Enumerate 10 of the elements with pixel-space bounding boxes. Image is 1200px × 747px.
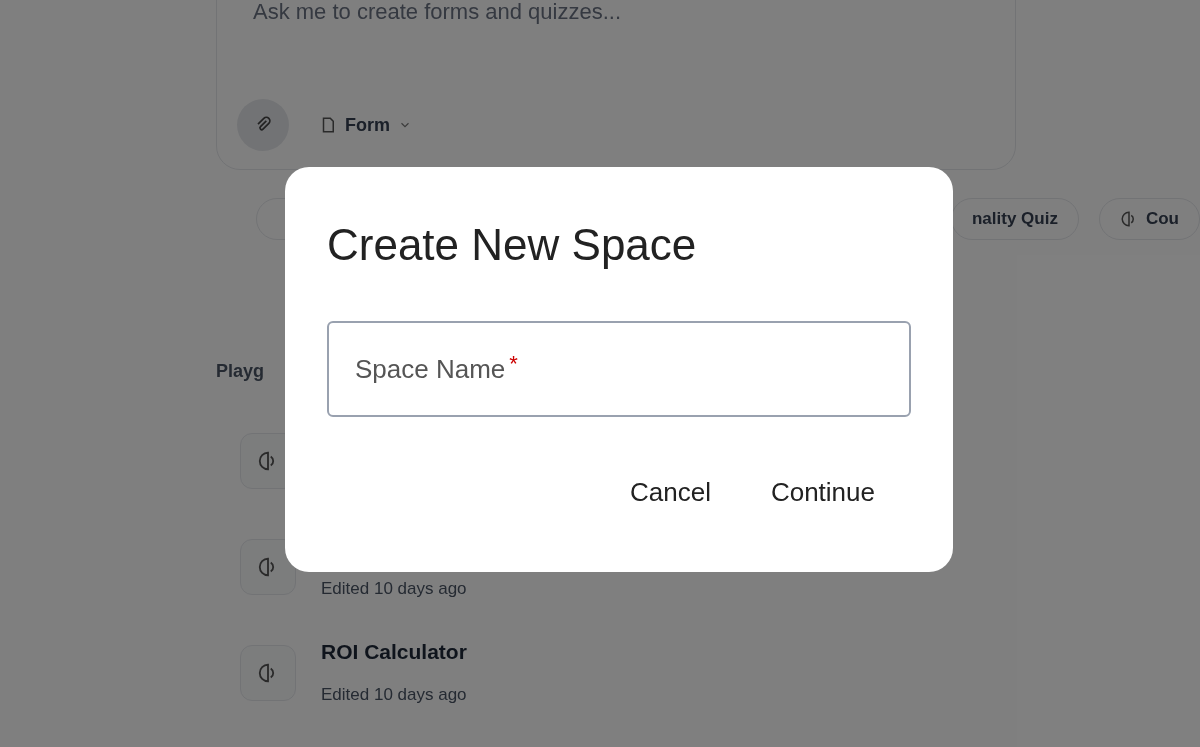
attach-button[interactable] bbox=[237, 99, 289, 151]
cancel-button[interactable]: Cancel bbox=[610, 467, 731, 518]
prompt-input[interactable]: Ask me to create forms and quizzes... bbox=[253, 0, 979, 28]
field-label: Space Name bbox=[355, 352, 506, 386]
space-name-field[interactable]: Space Name* bbox=[327, 321, 911, 417]
section-heading: Playg bbox=[216, 360, 265, 383]
required-asterisk: * bbox=[509, 350, 518, 378]
dialog-title: Create New Space bbox=[327, 219, 698, 271]
mode-dropdown[interactable]: Form bbox=[319, 111, 412, 139]
continue-button[interactable]: Continue bbox=[750, 467, 895, 518]
